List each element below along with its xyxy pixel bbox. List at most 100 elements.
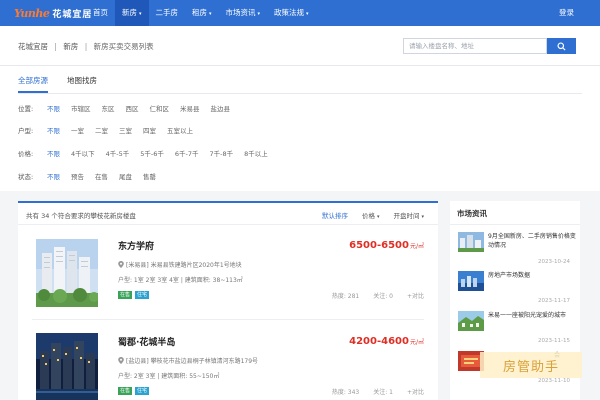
filter-option[interactable]: 不限	[47, 148, 60, 158]
sort-default[interactable]: 默认排序	[322, 210, 348, 220]
filter-option[interactable]: 二室	[95, 125, 108, 135]
search-input[interactable]	[403, 38, 547, 54]
nav-new-homes[interactable]: 新房 ▾	[115, 0, 149, 26]
filter-panel: 全部房源 地图找房 位置: 不限 市辖区 东区 西区 仁和区 米易县 盐边县 户…	[0, 66, 600, 191]
listing-name[interactable]: 蜀郡·花城半岛	[118, 335, 175, 348]
filter-option[interactable]: 不限	[47, 103, 60, 113]
filter-label: 价格:	[18, 150, 34, 158]
news-thumbnail[interactable]	[458, 311, 484, 331]
watermark-text: 房管助手	[502, 359, 559, 375]
filter-option[interactable]: 4千-5千	[106, 148, 130, 158]
status-badge: 在售	[118, 291, 133, 299]
news-date: 2023-11-15	[538, 338, 570, 344]
location-pin-icon	[118, 357, 124, 364]
listing-item[interactable]: 东方学府 6500-6500元/㎡ [米易县] 米易县铁建路片区2020年1号地…	[18, 225, 438, 315]
listing-address: [米易县] 米易县铁建路片区2020年1号地块	[118, 260, 242, 269]
filter-row-price: 价格: 不限 4千以下 4千-5千 5千-6千 6千-7千 7千-8千 8千以上	[18, 147, 279, 159]
filter-option[interactable]: 在售	[95, 171, 108, 181]
listing-address-text: [盐边县] 攀枝花市盐边县桐子林镇清河东路179号	[126, 358, 259, 365]
nav-policy[interactable]: 政策法规 ▾	[267, 0, 316, 26]
nav-market-news-label: 市场资讯	[225, 8, 256, 17]
compare-button[interactable]: +对比	[407, 387, 424, 396]
breadcrumb: 花城宜居 | 新房 | 新房买卖交易列表	[18, 41, 154, 52]
filter-option[interactable]: 不限	[47, 125, 60, 135]
filter-option[interactable]: 东区	[102, 103, 115, 113]
filter-option[interactable]: 4千以下	[71, 148, 95, 158]
filter-option[interactable]: 5千-6千	[140, 148, 164, 158]
filter-label: 户型:	[18, 127, 34, 135]
news-headline[interactable]: 9月全国新房、二手房销售价格变动情况	[488, 232, 576, 250]
listing-thumbnail[interactable]	[36, 239, 98, 307]
filter-option[interactable]: 6千-7千	[175, 148, 199, 158]
breadcrumb-bar: 花城宜居 | 新房 | 新房买卖交易列表	[0, 26, 600, 66]
filter-option[interactable]: 西区	[126, 103, 139, 113]
filter-option[interactable]: 市辖区	[71, 103, 91, 113]
nav-home[interactable]: 首页	[86, 0, 115, 26]
filter-option[interactable]: 三室	[119, 125, 132, 135]
listing-tags: 在售 住宅	[118, 387, 152, 395]
price-range: 4200-4600	[349, 336, 409, 347]
filter-option[interactable]: 7千-8千	[210, 148, 234, 158]
follow-count: 关注: 0	[373, 293, 393, 300]
site-logo[interactable]: Yunhe 花城宜居	[14, 5, 92, 21]
breadcrumb-separator: |	[84, 42, 88, 51]
filter-option[interactable]: 尾盘	[119, 171, 132, 181]
news-header: 市场资讯	[450, 201, 580, 225]
news-thumbnail[interactable]	[458, 271, 484, 291]
sort-price[interactable]: 价格 ▾	[362, 210, 380, 220]
nav-second-hand[interactable]: 二手房	[149, 0, 186, 26]
news-date: 2023-11-17	[538, 298, 570, 304]
news-headline[interactable]: 米易一一座被阳光宠爱的城市	[488, 311, 576, 320]
filter-option[interactable]: 不限	[47, 171, 60, 181]
nav-rental[interactable]: 租房 ▾	[185, 0, 219, 26]
filter-option[interactable]: 五室以上	[167, 125, 193, 135]
nav-market-news[interactable]: 市场资讯 ▾	[219, 0, 268, 26]
filter-option[interactable]: 米易县	[180, 103, 200, 113]
listing-price: 6500-6500元/㎡	[349, 240, 424, 251]
listing-spec: 户型: 1室 2室 3室 4室 | 建筑面积: 38~113㎡	[118, 277, 243, 284]
filter-option[interactable]: 8千以上	[244, 148, 268, 158]
news-date: 2023-10-24	[538, 259, 570, 265]
news-headline[interactable]: 房地产市场数据	[488, 271, 576, 280]
filter-option[interactable]: 四室	[143, 125, 156, 135]
compare-button[interactable]: +对比	[407, 291, 424, 300]
listing-name[interactable]: 东方学府	[118, 239, 154, 252]
listing-item[interactable]: 蜀郡·花城半岛 4200-4600元/㎡ [盐边县] 攀枝花市盐边县桐子林镇清河…	[18, 321, 438, 400]
search-icon	[557, 41, 566, 51]
listing-panel: 共有 34 个符合要求的攀枝花新房楼盘 默认排序 价格 ▾ 开盘时间 ▾ 东方学府 …	[18, 201, 438, 400]
tab-map-search[interactable]: 地图找房	[67, 75, 97, 93]
listing-address-text: [米易县] 米易县铁建路片区2020年1号地块	[126, 262, 242, 269]
chevron-down-icon: ▾	[139, 11, 142, 17]
sort-default-label: 默认排序	[321, 212, 348, 220]
listing-thumbnail[interactable]	[36, 333, 98, 400]
chevron-down-icon: ▾	[209, 11, 212, 17]
filter-row-location: 位置: 不限 市辖区 东区 西区 仁和区 米易县 盐边县	[18, 102, 241, 114]
chevron-down-icon: ▾	[376, 214, 380, 220]
nav-home-label: 首页	[93, 8, 108, 17]
tab-all-listings[interactable]: 全部房源	[18, 75, 48, 93]
filter-option[interactable]: 售罄	[143, 171, 156, 181]
filter-option[interactable]: 预告	[71, 171, 84, 181]
filter-option[interactable]: 一室	[71, 125, 84, 135]
login-link[interactable]: 登录	[559, 0, 574, 26]
breadcrumb-current: 新房买卖交易列表	[93, 42, 154, 51]
news-item[interactable]: 房地产市场数据 2023-11-17	[458, 271, 578, 311]
breadcrumb-separator: |	[54, 42, 57, 51]
news-item[interactable]: 米易一一座被阳光宠爱的城市 2023-11-15	[458, 311, 578, 351]
location-pin-icon	[118, 261, 124, 268]
news-item[interactable]: 9月全国新房、二手房销售价格变动情况 2023-10-24	[458, 232, 578, 272]
breadcrumb-new-homes[interactable]: 新房	[63, 42, 78, 51]
type-badge: 住宅	[135, 291, 150, 299]
listing-address: [盐边县] 攀枝花市盐边县桐子林镇清河东路179号	[118, 356, 258, 365]
filter-row-status: 状态: 不限 预告 在售 尾盘 售罄	[18, 170, 167, 182]
filter-option[interactable]: 仁和区	[150, 103, 170, 113]
breadcrumb-home[interactable]: 花城宜居	[18, 42, 48, 51]
listing-divider	[32, 319, 424, 320]
news-thumbnail[interactable]	[458, 232, 484, 252]
logo-mark: Yunhe	[14, 6, 50, 20]
filter-option[interactable]: 盐边县	[211, 103, 231, 113]
filter-row-layout: 户型: 不限 一室 二室 三室 四室 五室以上	[18, 124, 204, 136]
result-count: 共有 34 个符合要求的攀枝花新房楼盘	[26, 212, 136, 220]
sort-open-date[interactable]: 开盘时间 ▾	[393, 210, 424, 220]
search-button[interactable]	[547, 38, 576, 54]
